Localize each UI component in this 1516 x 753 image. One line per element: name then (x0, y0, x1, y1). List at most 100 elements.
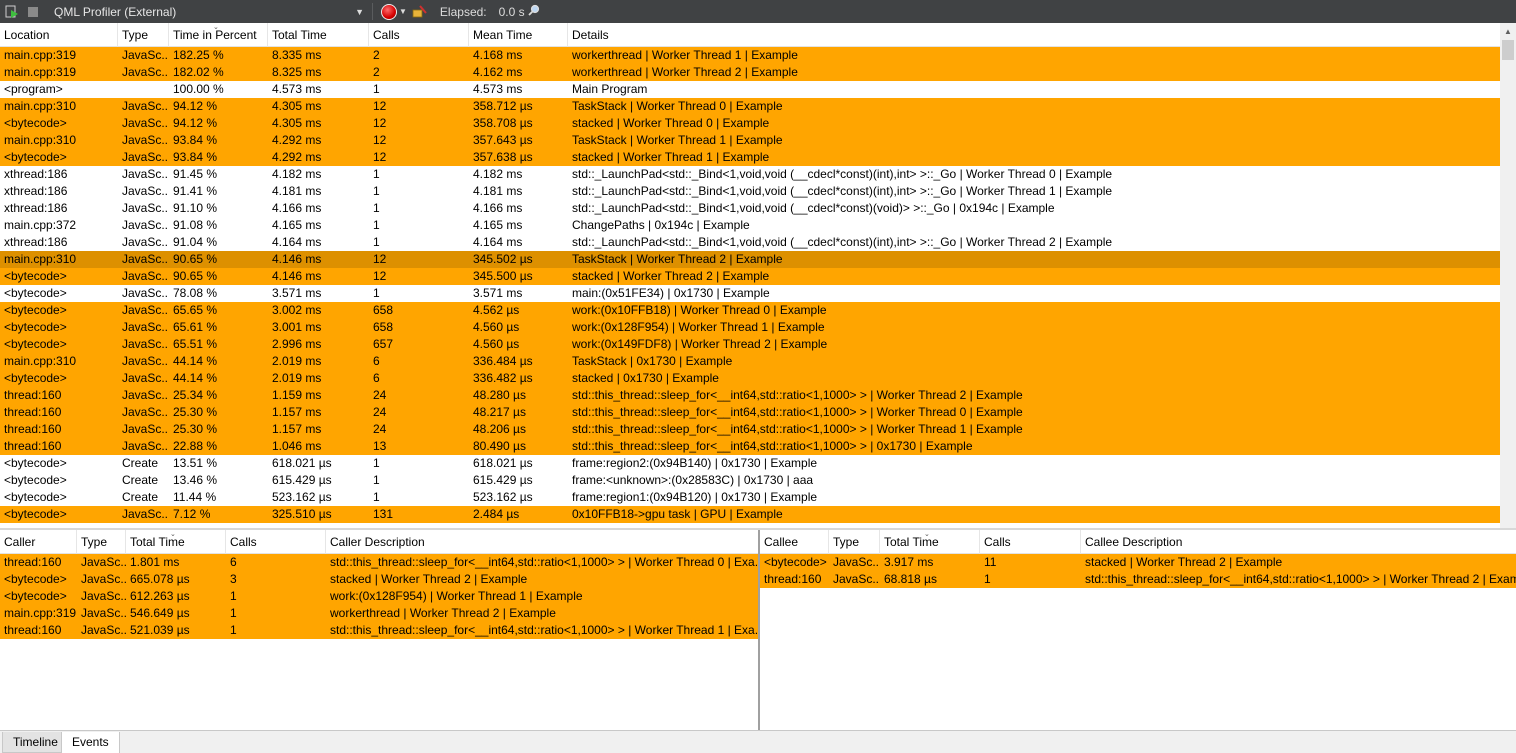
events-table-header: Location Type ⌄ Time in Percent Total Tim… (0, 23, 1500, 47)
table-row[interactable]: <bytecode> JavaSc... 65.51 % 2.996 ms 657 4.5… (0, 336, 1500, 353)
cell-time-percent: 100.00 % (173, 82, 224, 96)
tool-selector[interactable]: QML Profiler (External) ▼ (50, 2, 368, 21)
table-row[interactable]: <bytecode> JavaSc... 90.65 % 4.146 ms 12 345.… (0, 268, 1500, 285)
table-row[interactable]: <bytecode> Create 11.44 % 523.162 µs 1 523.16… (0, 489, 1500, 506)
col-callee[interactable]: Callee (760, 530, 829, 554)
cell-type: JavaSc... (81, 572, 126, 586)
table-row[interactable]: thread:160 JavaSc... 25.34 % 1.159 ms 24 48.2… (0, 387, 1500, 404)
col-time-percent[interactable]: ⌄ Time in Percent (169, 23, 268, 47)
cell-total-time: 3.002 ms (272, 303, 322, 317)
table-row[interactable]: thread:160 JavaSc... 68.818 µs 1 std::this_t… (760, 571, 1516, 588)
tab-events[interactable]: Events (61, 732, 120, 753)
table-row[interactable]: <bytecode> JavaSc... 612.263 µs 1 work:(0x12… (0, 588, 758, 605)
col-type[interactable]: Type (118, 23, 169, 47)
table-row[interactable]: main.cpp:319 JavaSc... 182.02 % 8.325 ms 2 4.… (0, 64, 1500, 81)
table-row[interactable]: main.cpp:319 JavaSc... 546.649 µs 1 workerth… (0, 605, 758, 622)
table-row[interactable]: <bytecode> JavaSc... 7.12 % 325.510 µs 131 2.… (0, 506, 1500, 523)
cell-type: JavaSc... (122, 133, 169, 147)
cell-time-percent: 13.46 % (173, 473, 218, 487)
table-row[interactable]: xthread:186 JavaSc... 91.41 % 4.181 ms 1 4.18… (0, 183, 1500, 200)
table-row[interactable]: <bytecode> Create 13.51 % 618.021 µs 1 618.02… (0, 455, 1500, 472)
table-row[interactable]: <bytecode> JavaSc... 78.08 % 3.571 ms 1 3.571… (0, 285, 1500, 302)
col-calls[interactable]: Calls (369, 23, 469, 47)
table-row[interactable]: main.cpp:310 JavaSc... 94.12 % 4.305 ms 12 35… (0, 98, 1500, 115)
cell-type: Create (122, 490, 159, 504)
table-row[interactable]: thread:160 JavaSc... 25.30 % 1.157 ms 24 48.2… (0, 421, 1500, 438)
cell-total-time: 325.510 µs (272, 507, 332, 521)
table-row[interactable]: <program> 100.00 % 4.573 ms 1 4.573 ms Main P… (0, 81, 1500, 98)
vertical-scrollbar[interactable]: ▲ (1500, 23, 1516, 528)
cell-time-percent: 25.30 % (173, 405, 218, 419)
table-row[interactable]: main.cpp:372 JavaSc... 91.08 % 4.165 ms 1 4.1… (0, 217, 1500, 234)
table-row[interactable]: <bytecode> JavaSc... 65.65 % 3.002 ms 658 4.5… (0, 302, 1500, 319)
table-row[interactable]: thread:160 JavaSc... 1.801 ms 6 std::this_th… (0, 554, 758, 571)
table-row[interactable]: thread:160 JavaSc... 521.039 µs 1 std::this_… (0, 622, 758, 639)
table-row[interactable]: <bytecode> JavaSc... 44.14 % 2.019 ms 6 336.4… (0, 370, 1500, 387)
table-row[interactable]: thread:160 JavaSc... 22.88 % 1.046 ms 13 80.4… (0, 438, 1500, 455)
cell-details: frame:region2:(0x94B140) | 0x1730 | Exam… (572, 456, 818, 470)
cell-details: stacked | Worker Thread 1 | Example (572, 150, 770, 164)
table-row[interactable]: xthread:186 JavaSc... 91.04 % 4.164 ms 1 4.16… (0, 234, 1500, 251)
cell-details: std::_LaunchPad<std::_Bind<1,void,void (… (572, 167, 1113, 181)
cell-details: frame:<unknown>:(0x28583C) | 0x1730 | aa… (572, 473, 814, 487)
col-caller-calls[interactable]: Calls (226, 530, 326, 554)
scroll-up-icon[interactable]: ▲ (1500, 23, 1516, 39)
cell-mean-time: 4.168 ms (473, 48, 523, 62)
table-row[interactable]: <bytecode> JavaSc... 65.61 % 3.001 ms 658 4.5… (0, 319, 1500, 336)
table-row[interactable]: thread:160 JavaSc... 25.30 % 1.157 ms 24 48.2… (0, 404, 1500, 421)
table-row[interactable]: <bytecode> JavaSc... 93.84 % 4.292 ms 12 357.… (0, 149, 1500, 166)
col-caller-type[interactable]: Type (77, 530, 126, 554)
col-caller-total-time[interactable]: ⌄ Total Time (126, 530, 226, 554)
col-caller-description[interactable]: Caller Description (326, 530, 758, 554)
cell-calls: 12 (373, 252, 387, 266)
cell-details: TaskStack | Worker Thread 0 | Example (572, 99, 783, 113)
table-row[interactable]: main.cpp:310 JavaSc... 44.14 % 2.019 ms 6 336… (0, 353, 1500, 370)
cell-details: workerthread | Worker Thread 2 | Example (572, 65, 798, 79)
cell-details: main:(0x51FE34) | 0x1730 | Example (572, 286, 770, 300)
table-row[interactable]: <bytecode> JavaSc... 94.12 % 4.305 ms 12 358.… (0, 115, 1500, 132)
scrollbar-thumb[interactable] (1502, 40, 1514, 60)
search-icon[interactable] (528, 4, 540, 19)
table-row[interactable]: main.cpp:319 JavaSc... 182.25 % 8.335 ms 2 4.… (0, 47, 1500, 64)
table-row[interactable]: <bytecode> JavaSc... 3.917 ms 11 stacked | W… (760, 554, 1516, 571)
col-mean-time[interactable]: Mean Time (469, 23, 568, 47)
cell-mean-time: 4.181 ms (473, 184, 523, 198)
col-callee-description[interactable]: Callee Description (1081, 530, 1516, 554)
table-row[interactable]: main.cpp:310 JavaSc... 90.65 % 4.146 ms 12 34… (0, 251, 1500, 268)
record-button[interactable] (381, 3, 397, 20)
cell-details: std::this_thread::sleep_for<__int64,std:… (572, 405, 1023, 419)
table-row[interactable]: <bytecode> JavaSc... 665.078 µs 3 stacked | … (0, 571, 758, 588)
cell-caller-description: stacked | Worker Thread 2 | Example (330, 572, 528, 586)
col-caller[interactable]: Caller (0, 530, 77, 554)
cell-details: work:(0x128F954) | Worker Thread 1 | Exa… (572, 320, 825, 334)
cell-mean-time: 4.573 ms (473, 82, 523, 96)
cell-location: <bytecode> (4, 150, 67, 164)
col-callee-calls[interactable]: Calls (980, 530, 1081, 554)
toolbar-separator (372, 3, 373, 20)
cell-type: JavaSc... (122, 252, 169, 266)
clear-icon[interactable] (410, 3, 428, 21)
table-row[interactable]: xthread:186 JavaSc... 91.45 % 4.182 ms 1 4.18… (0, 166, 1500, 183)
record-menu-arrow-icon[interactable]: ▼ (399, 7, 407, 16)
cell-calls: 6 (373, 354, 380, 368)
cell-type: JavaSc... (122, 116, 169, 130)
cell-callee-description: stacked | Worker Thread 2 | Example (1085, 555, 1283, 569)
table-row[interactable]: main.cpp:310 JavaSc... 93.84 % 4.292 ms 12 35… (0, 132, 1500, 149)
cell-type: JavaSc... (122, 337, 169, 351)
col-callee-total-time[interactable]: ⌄ Total Time (880, 530, 980, 554)
cell-mean-time: 48.206 µs (473, 422, 526, 436)
cell-mean-time: 4.164 ms (473, 235, 523, 249)
col-details[interactable]: Details (568, 23, 1500, 47)
col-total-time[interactable]: Total Time (268, 23, 369, 47)
col-callee-type[interactable]: Type (829, 530, 880, 554)
cell-location: <bytecode> (4, 337, 67, 351)
tab-timeline[interactable]: Timeline (2, 732, 69, 753)
cell-calls: 1 (373, 473, 380, 487)
col-location[interactable]: Location (0, 23, 118, 47)
cell-details: Main Program (572, 82, 648, 96)
stop-icon[interactable] (24, 3, 42, 21)
table-row[interactable]: xthread:186 JavaSc... 91.10 % 4.166 ms 1 4.16… (0, 200, 1500, 217)
table-row[interactable]: <bytecode> Create 13.46 % 615.429 µs 1 615.42… (0, 472, 1500, 489)
cell-mean-time: 358.712 µs (473, 99, 533, 113)
start-analysis-icon[interactable] (3, 3, 21, 21)
